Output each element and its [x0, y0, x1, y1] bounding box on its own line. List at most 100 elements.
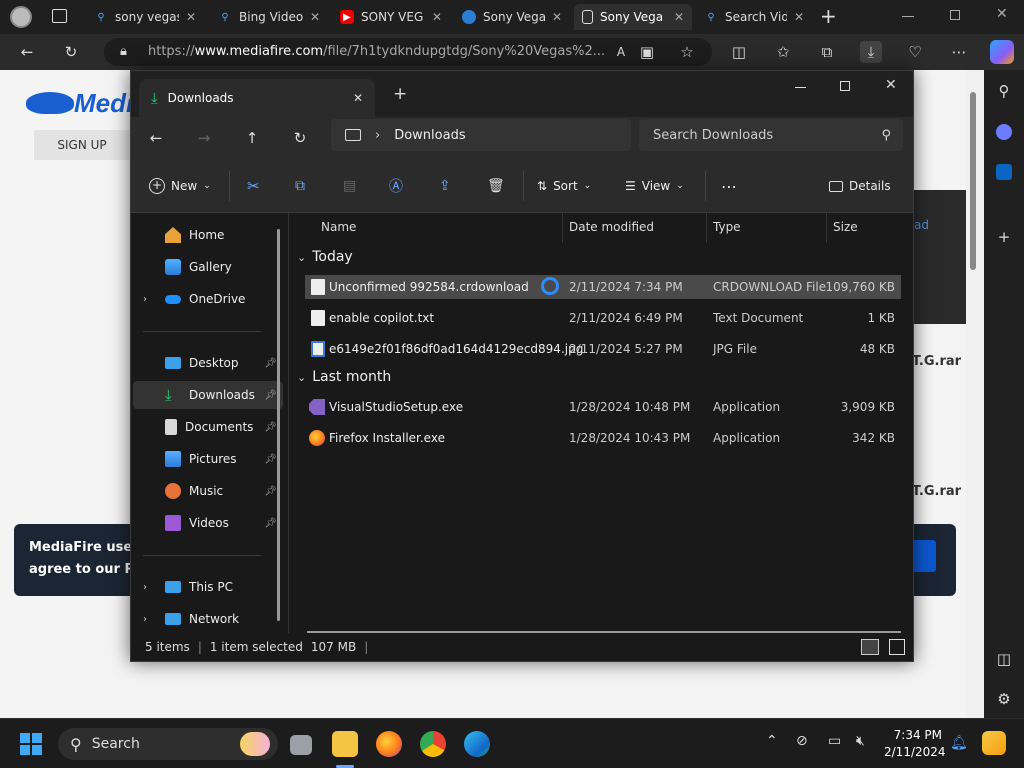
restore-icon[interactable] [950, 10, 960, 20]
nav-home[interactable]: Home [133, 221, 283, 249]
chrome-taskbar-icon[interactable] [420, 731, 446, 757]
collections-icon[interactable]: ⧉ [816, 41, 838, 63]
close-icon[interactable]: ✕ [674, 10, 684, 24]
tab-sony-vegas-search[interactable]: ⚲ sony vegas ✕ [86, 4, 204, 30]
immersive-reader-icon[interactable]: ▣ [636, 41, 658, 63]
network-off-icon[interactable]: ⊘ [796, 733, 808, 749]
column-size[interactable]: Size [827, 213, 907, 243]
clock[interactable]: 7:34 PM 2/11/2024 [884, 727, 946, 761]
back-icon[interactable]: ← [145, 127, 167, 149]
firefox-taskbar-icon[interactable] [376, 731, 402, 757]
table-row[interactable]: VisualStudioSetup.exe 1/28/2024 10:48 PM… [305, 395, 901, 419]
chevron-right-icon[interactable]: › [143, 294, 147, 305]
breadcrumb[interactable]: › Downloads [331, 119, 631, 151]
search-icon[interactable]: ⚲ [993, 80, 1015, 102]
nav-videos[interactable]: Videos 📌︎ [133, 509, 283, 537]
sort-button[interactable]: ⇅ Sort ⌄ [537, 175, 591, 197]
close-icon[interactable]: ✕ [186, 10, 196, 24]
close-tab-icon[interactable]: ✕ [353, 91, 363, 105]
table-row[interactable]: Unconfirmed 992584.crdownload 2/11/2024 … [305, 275, 901, 299]
details-button[interactable]: Details [829, 175, 891, 197]
show-hidden-icons[interactable]: ⌃ [766, 733, 778, 749]
table-row[interactable]: enable copilot.txt 2/11/2024 6:49 PM Tex… [305, 306, 901, 330]
more-menu-icon[interactable]: ⋯ [948, 41, 970, 63]
tab-search-video[interactable]: ⚲ Search Vid ✕ [696, 4, 812, 30]
edge-taskbar-icon[interactable] [464, 731, 490, 757]
close-icon[interactable]: ✕ [794, 10, 804, 24]
copy-icon[interactable]: ⧉ [295, 175, 305, 197]
nav-onedrive[interactable]: › OneDrive [133, 285, 283, 313]
copilot-sidebar-icon[interactable] [996, 124, 1012, 140]
file-explorer-taskbar-icon[interactable] [332, 731, 358, 757]
close-window-icon[interactable]: ✕ [885, 77, 897, 93]
tiles-view-icon[interactable] [889, 639, 905, 655]
refresh-icon[interactable]: ↻ [60, 41, 82, 63]
tab-youtube[interactable]: ▶ SONY VEG ✕ [332, 4, 450, 30]
chevron-right-icon[interactable]: › [143, 614, 147, 625]
start-windows-icon[interactable] [20, 733, 42, 755]
copilot-icon[interactable] [990, 40, 1014, 64]
explorer-tab[interactable]: ⤓ Downloads ✕ [139, 79, 375, 117]
split-screen-icon[interactable]: ◫ [728, 41, 750, 63]
favorites-icon[interactable]: ✩ [772, 41, 794, 63]
nav-gallery[interactable]: Gallery [133, 253, 283, 281]
column-name[interactable]: Name [315, 213, 563, 243]
signup-button[interactable]: SIGN UP [34, 130, 130, 160]
page-scrollbar[interactable] [966, 70, 984, 718]
outlook-icon[interactable] [996, 164, 1012, 180]
view-button[interactable]: ☰ View ⌄ [625, 175, 684, 197]
close-icon[interactable]: ✕ [432, 10, 442, 24]
display-icon[interactable]: ▭ [828, 733, 841, 749]
close-window-icon[interactable]: ✕ [996, 6, 1008, 22]
tab-sony-vegas-edge[interactable]: Sony Vega ✕ [454, 4, 570, 30]
taskbar-search[interactable]: ⚲ Search [58, 728, 278, 760]
volume-muted-icon[interactable]: 🔇︎ [856, 733, 865, 749]
tab-sony-vegas-active[interactable]: Sony Vega ✕ [574, 4, 692, 30]
performance-icon[interactable]: ♡ [904, 41, 926, 63]
rename-icon[interactable]: Ⓐ [389, 175, 403, 197]
group-today[interactable]: ⌄ Today [297, 249, 353, 265]
copilot-pre-icon[interactable] [982, 731, 1006, 755]
minimize-icon[interactable] [795, 87, 806, 88]
table-row[interactable]: e6149e2f01f86df0ad164d4129ecd894.jpg 2/1… [305, 337, 901, 361]
new-tab-icon[interactable]: + [393, 84, 407, 104]
column-type[interactable]: Type [707, 213, 827, 243]
share-icon[interactable]: ⇪ [439, 175, 451, 197]
downloads-icon[interactable]: ⤓ [860, 41, 882, 63]
tab-actions-icon[interactable] [52, 9, 67, 23]
nav-desktop[interactable]: Desktop 📌︎ [133, 349, 283, 377]
search-downloads-input[interactable]: Search Downloads ⚲ [639, 119, 903, 151]
nav-network[interactable]: › Network [133, 605, 283, 633]
new-button[interactable]: + New ⌄ [149, 175, 211, 197]
breadcrumb-downloads[interactable]: Downloads [394, 128, 465, 143]
up-icon[interactable]: ↑ [241, 127, 263, 149]
close-icon[interactable]: ✕ [552, 10, 562, 24]
read-aloud-icon[interactable]: A [610, 41, 632, 63]
refresh-icon[interactable]: ↻ [289, 127, 311, 149]
nav-pictures[interactable]: Pictures 📌︎ [133, 445, 283, 473]
column-date-modified[interactable]: Date modified [563, 213, 707, 243]
task-view-icon[interactable] [290, 735, 312, 755]
back-icon[interactable]: ← [16, 41, 38, 63]
delete-icon[interactable]: 🗑︎ [487, 175, 505, 197]
more-options-icon[interactable]: ⋯ [721, 175, 737, 197]
nav-scrollbar[interactable] [277, 229, 280, 621]
profile-avatar[interactable] [10, 6, 32, 28]
nav-downloads[interactable]: ⤓ Downloads 📌︎ [133, 381, 283, 409]
hide-sidebar-icon[interactable]: ◫ [993, 648, 1015, 670]
details-view-icon[interactable] [861, 639, 879, 655]
group-last-month[interactable]: ⌄ Last month [297, 369, 391, 385]
nav-this-pc[interactable]: › This PC [133, 573, 283, 601]
tab-bing-video[interactable]: ⚲ Bing Video ✕ [210, 4, 328, 30]
forward-icon[interactable]: → [193, 127, 215, 149]
new-tab-button[interactable]: + [820, 4, 837, 28]
table-row[interactable]: Firefox Installer.exe 1/28/2024 10:43 PM… [305, 426, 901, 450]
nav-music[interactable]: Music 📌︎ [133, 477, 283, 505]
minimize-icon[interactable] [902, 16, 914, 17]
chevron-right-icon[interactable]: › [143, 582, 147, 593]
close-icon[interactable]: ✕ [310, 10, 320, 24]
settings-gear-icon[interactable]: ⚙ [993, 688, 1015, 710]
maximize-icon[interactable] [840, 81, 850, 91]
add-sidebar-icon[interactable]: + [993, 226, 1015, 248]
mediafire-logo[interactable]: Medi [74, 88, 133, 119]
